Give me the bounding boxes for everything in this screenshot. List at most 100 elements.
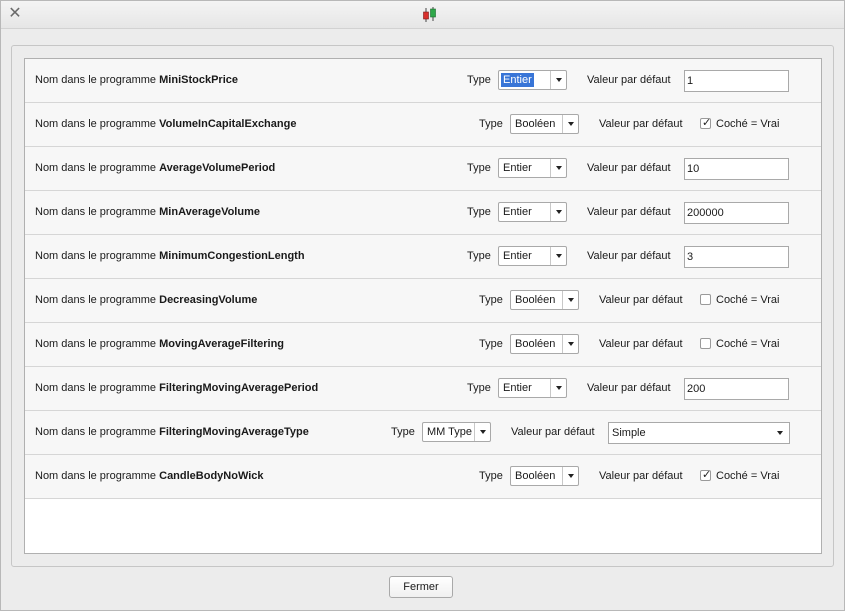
chevron-down-icon bbox=[556, 166, 562, 170]
checkbox[interactable] bbox=[700, 294, 711, 305]
checkbox-label: Coché = Vrai bbox=[716, 118, 780, 130]
default-value-input[interactable] bbox=[684, 378, 789, 400]
select-divider bbox=[474, 423, 475, 441]
title-bar: ✕ bbox=[1, 1, 844, 29]
default-value-label: Valeur par défaut bbox=[587, 250, 671, 262]
type-select[interactable]: Entier bbox=[498, 202, 567, 222]
check-icon: ✓ bbox=[702, 469, 712, 481]
select-divider bbox=[562, 335, 563, 353]
type-select[interactable]: Entier bbox=[498, 246, 567, 266]
parameter-row: Nom dans le programme FilteringMovingAve… bbox=[25, 367, 821, 411]
default-value-label: Valeur par défaut bbox=[599, 294, 683, 306]
default-value-input[interactable] bbox=[684, 246, 789, 268]
type-select[interactable]: MM Type bbox=[422, 422, 491, 442]
parameter-row: Nom dans le programme CandleBodyNoWick Ty… bbox=[25, 455, 821, 499]
select-divider bbox=[562, 115, 563, 133]
parameter-name-label: Nom dans le programme FilteringMovingAve… bbox=[35, 411, 309, 454]
default-value-label: Valeur par défaut bbox=[587, 382, 671, 394]
default-value-label: Valeur par défaut bbox=[587, 74, 671, 86]
name-prefix: Nom dans le programme bbox=[35, 206, 157, 218]
chevron-down-icon bbox=[777, 431, 783, 435]
default-value-input[interactable] bbox=[684, 70, 789, 92]
parameter-row: Nom dans le programme FilteringMovingAve… bbox=[25, 411, 821, 455]
close-icon[interactable]: ✕ bbox=[7, 6, 23, 22]
type-select[interactable]: Booléen bbox=[510, 114, 579, 134]
type-label: Type bbox=[467, 206, 491, 218]
check-icon: ✓ bbox=[702, 117, 712, 129]
default-value-label: Valeur par défaut bbox=[599, 118, 683, 130]
chevron-down-icon bbox=[568, 474, 574, 478]
type-label: Type bbox=[391, 426, 415, 438]
type-select[interactable]: Booléen bbox=[510, 290, 579, 310]
parameter-name: CandleBodyNoWick bbox=[159, 470, 264, 482]
parameter-row: Nom dans le programme AverageVolumePerio… bbox=[25, 147, 821, 191]
parameter-name-label: Nom dans le programme MinimumCongestionL… bbox=[35, 235, 305, 278]
type-label: Type bbox=[467, 74, 491, 86]
parameter-row: Nom dans le programme MiniStockPrice Type… bbox=[25, 59, 821, 103]
parameter-row: Nom dans le programme MinimumCongestionL… bbox=[25, 235, 821, 279]
default-value-input[interactable] bbox=[684, 202, 789, 224]
default-value-label: Valeur par défaut bbox=[599, 338, 683, 350]
parameter-name-label: Nom dans le programme MiniStockPrice bbox=[35, 59, 238, 102]
select-divider bbox=[550, 379, 551, 397]
type-label: Type bbox=[479, 118, 503, 130]
parameter-name-label: Nom dans le programme AverageVolumePerio… bbox=[35, 147, 275, 190]
checkbox[interactable]: ✓ bbox=[700, 117, 712, 129]
type-select-value: MM Type bbox=[427, 426, 473, 438]
parameter-name: MiniStockPrice bbox=[159, 74, 238, 86]
name-prefix: Nom dans le programme bbox=[35, 426, 157, 438]
candlestick-icon bbox=[423, 7, 436, 22]
parameter-name: FilteringMovingAveragePeriod bbox=[159, 382, 319, 394]
parameter-row: Nom dans le programme VolumeInCapitalExc… bbox=[25, 103, 821, 147]
select-divider bbox=[550, 159, 551, 177]
select-divider bbox=[550, 71, 551, 89]
parameter-row: Nom dans le programme MovingAverageFilte… bbox=[25, 323, 821, 367]
parameter-name-label: Nom dans le programme MovingAverageFilte… bbox=[35, 323, 284, 366]
checkbox-label: Coché = Vrai bbox=[716, 338, 780, 350]
parameter-row: Nom dans le programme MinAverageVolume Ty… bbox=[25, 191, 821, 235]
parameters-list[interactable]: Nom dans le programme MiniStockPrice Type… bbox=[24, 58, 822, 554]
default-value-label: Valeur par défaut bbox=[599, 470, 683, 482]
chevron-down-icon bbox=[556, 78, 562, 82]
name-prefix: Nom dans le programme bbox=[35, 338, 157, 350]
type-label: Type bbox=[479, 338, 503, 350]
checkbox[interactable] bbox=[700, 338, 711, 349]
chevron-down-icon bbox=[568, 122, 574, 126]
parameter-name-label: Nom dans le programme FilteringMovingAve… bbox=[35, 367, 318, 410]
parameter-name-label: Nom dans le programme DecreasingVolume bbox=[35, 279, 257, 322]
default-value-label: Valeur par défaut bbox=[587, 206, 671, 218]
name-prefix: Nom dans le programme bbox=[35, 382, 157, 394]
chevron-down-icon bbox=[568, 298, 574, 302]
type-select[interactable]: Entier bbox=[498, 378, 567, 398]
name-prefix: Nom dans le programme bbox=[35, 118, 157, 130]
type-select[interactable]: Booléen bbox=[510, 334, 579, 354]
default-value-select[interactable]: Simple bbox=[608, 422, 790, 444]
type-select-value: Entier bbox=[501, 73, 534, 87]
type-select-value: Booléen bbox=[515, 338, 556, 350]
checkbox[interactable]: ✓ bbox=[700, 469, 712, 481]
close-button[interactable]: Fermer bbox=[389, 576, 453, 598]
name-prefix: Nom dans le programme bbox=[35, 470, 157, 482]
name-prefix: Nom dans le programme bbox=[35, 74, 157, 86]
type-label: Type bbox=[467, 382, 491, 394]
default-value-input[interactable] bbox=[684, 158, 789, 180]
select-divider bbox=[562, 467, 563, 485]
type-select[interactable]: Entier bbox=[498, 158, 567, 178]
parameter-name: AverageVolumePeriod bbox=[159, 162, 276, 174]
type-label: Type bbox=[479, 470, 503, 482]
parameter-name-label: Nom dans le programme MinAverageVolume bbox=[35, 191, 260, 234]
default-value-label: Valeur par défaut bbox=[587, 162, 671, 174]
select-divider bbox=[550, 247, 551, 265]
chevron-down-icon bbox=[556, 386, 562, 390]
type-select[interactable]: Booléen bbox=[510, 466, 579, 486]
parameter-name: FilteringMovingAverageType bbox=[159, 426, 309, 438]
name-prefix: Nom dans le programme bbox=[35, 250, 157, 262]
parameter-name-label: Nom dans le programme CandleBodyNoWick bbox=[35, 455, 264, 498]
parameter-row: Nom dans le programme DecreasingVolume Ty… bbox=[25, 279, 821, 323]
name-prefix: Nom dans le programme bbox=[35, 162, 157, 174]
parameter-name: DecreasingVolume bbox=[159, 294, 258, 306]
type-select[interactable]: Entier bbox=[498, 70, 567, 90]
type-label: Type bbox=[479, 294, 503, 306]
type-select-value: Entier bbox=[503, 382, 532, 394]
chevron-down-icon bbox=[568, 342, 574, 346]
